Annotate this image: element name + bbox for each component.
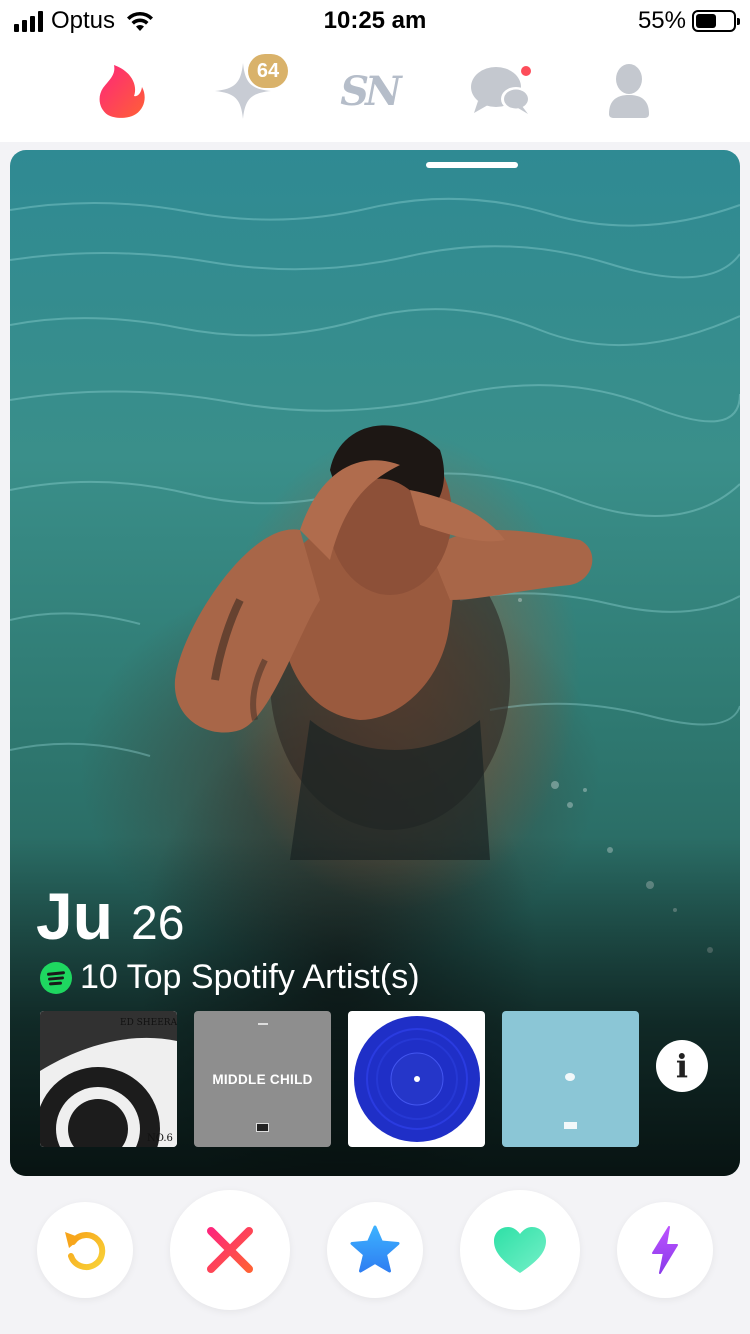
sn-logo: SN [340,67,401,115]
info-button[interactable]: i [656,1040,708,1092]
album-artist-text: ED SHEERAN [120,1018,177,1028]
status-bar: Optus 10:25 am 55% [0,0,750,44]
album-title-text: NO.6 [147,1133,173,1144]
spotify-icon [40,961,72,994]
heart-icon [494,1227,546,1273]
album-middle-child-title: MIDDLE CHILD [212,1072,313,1087]
like-button[interactable] [460,1190,580,1310]
nav-sn[interactable]: SN [334,56,404,126]
nav-top-picks[interactable]: 64 [208,54,288,126]
new-message-dot [521,66,531,76]
nav-discover[interactable] [87,56,157,126]
profile-name: Ju [36,879,114,953]
rewind-icon [65,1232,106,1271]
x-icon [207,1227,253,1273]
rewind-button[interactable] [37,1202,133,1298]
album-light-blue[interactable] [502,1011,639,1147]
album-middle-child[interactable]: MIDDLE CHILD [194,1011,331,1147]
battery-icon [692,10,740,32]
star-icon [350,1225,400,1273]
nope-button[interactable] [170,1190,290,1310]
album-blue-vinyl[interactable] [348,1011,485,1147]
album-row: ED SHEERAN NO.6 MIDDLE CHILD [40,1011,639,1147]
profile-name-row: Ju 26 [36,878,184,954]
profile-icon [609,64,649,118]
screen: Optus 10:25 am 55% 64 SN Ju 26 10 Top Sp… [0,0,750,1334]
photo-indicator [426,162,518,168]
boost-button[interactable] [617,1202,713,1298]
bolt-icon [652,1226,678,1274]
super-like-button[interactable] [327,1202,423,1298]
flame-icon [99,65,145,118]
top-nav: 64 SN [0,44,750,142]
status-right: 55% [637,7,740,35]
nav-messages[interactable] [467,56,537,126]
album-ed-sheeran-art: ED SHEERAN NO.6 [40,1011,177,1147]
nav-profile[interactable] [594,56,664,126]
battery-percent: 55% [637,7,686,34]
profile-age: 26 [131,897,185,950]
album-ed-sheeran[interactable]: ED SHEERAN NO.6 [40,1011,177,1147]
spotify-artists-label: 10 Top Spotify Artist(s) [80,958,420,996]
spotify-row: 10 Top Spotify Artist(s) [40,958,420,997]
top-picks-badge: 64 [248,54,288,88]
vinyl-record-icon [353,1016,480,1142]
battery-fill [696,14,716,28]
profile-card[interactable]: Ju 26 10 Top Spotify Artist(s) ED SHEERA… [10,150,740,1176]
person-silhouette [174,425,593,860]
